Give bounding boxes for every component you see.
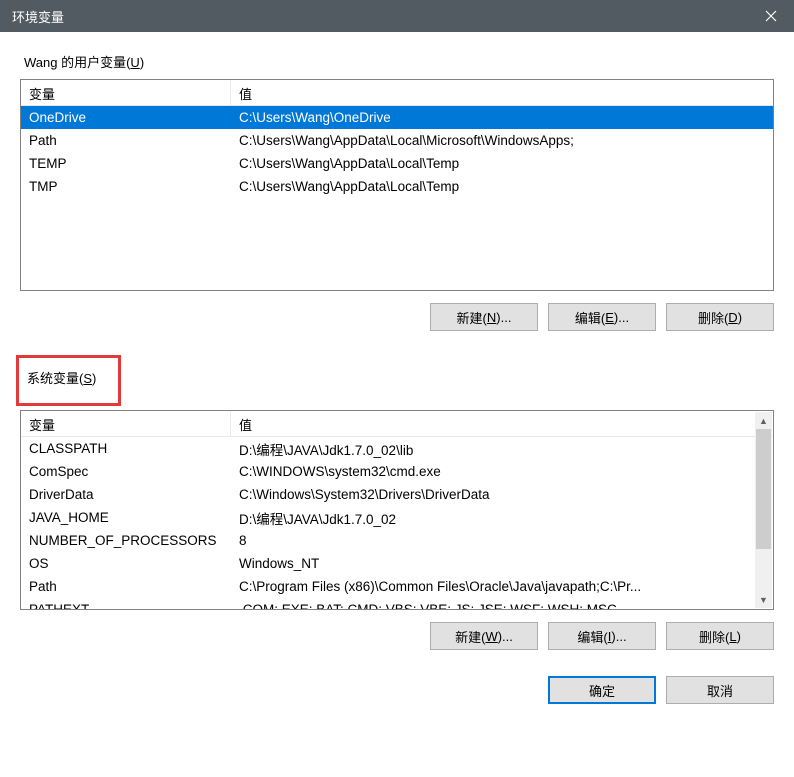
table-row[interactable]: OneDriveC:\Users\Wang\OneDrive [21, 106, 773, 129]
user-delete-button[interactable]: 删除(D) [666, 303, 774, 331]
var-value-cell: D:\编程\JAVA\Jdk1.7.0_02\lib [231, 439, 773, 459]
close-button[interactable] [748, 0, 794, 32]
table-row[interactable]: PATHEXT.COM;.EXE;.BAT;.CMD;.VBS;.VBE;.JS… [21, 598, 773, 609]
user-edit-button[interactable]: 编辑(E)... [548, 303, 656, 331]
cancel-button[interactable]: 取消 [666, 676, 774, 704]
listview-header: 变量 值 [21, 411, 773, 437]
system-delete-button[interactable]: 删除(L) [666, 622, 774, 650]
dialog-content: Wang 的用户变量(U) 变量 值 OneDriveC:\Users\Wang… [0, 32, 794, 720]
table-row[interactable]: JAVA_HOMED:\编程\JAVA\Jdk1.7.0_02 [21, 506, 773, 529]
var-value-cell: C:\Users\Wang\OneDrive [231, 110, 773, 125]
col-header-value[interactable]: 值 [231, 80, 773, 105]
close-icon [765, 10, 777, 22]
user-new-button[interactable]: 新建(N)... [430, 303, 538, 331]
var-name-cell: DriverData [21, 487, 231, 502]
system-vars-button-row: 新建(W)... 编辑(I)... 删除(L) [20, 622, 774, 650]
table-row[interactable]: TEMPC:\Users\Wang\AppData\Local\Temp [21, 152, 773, 175]
user-vars-button-row: 新建(N)... 编辑(E)... 删除(D) [20, 303, 774, 331]
table-row[interactable]: CLASSPATHD:\编程\JAVA\Jdk1.7.0_02\lib [21, 437, 773, 460]
var-name-cell: TMP [21, 179, 231, 194]
var-value-cell: C:\Windows\System32\Drivers\DriverData [231, 487, 773, 502]
var-value-cell: C:\Users\Wang\AppData\Local\Temp [231, 179, 773, 194]
user-vars-label: Wang 的用户变量(U) [20, 50, 148, 73]
var-name-cell: NUMBER_OF_PROCESSORS [21, 533, 231, 548]
system-new-button[interactable]: 新建(W)... [430, 622, 538, 650]
var-value-cell: Windows_NT [231, 556, 773, 571]
user-vars-body: OneDriveC:\Users\Wang\OneDrivePathC:\Use… [21, 106, 773, 198]
system-vars-label: 系统变量(S) [23, 366, 100, 389]
system-vars-highlight: 系统变量(S) [16, 355, 121, 406]
var-name-cell: OneDrive [21, 110, 231, 125]
table-row[interactable]: PathC:\Users\Wang\AppData\Local\Microsof… [21, 129, 773, 152]
var-name-cell: TEMP [21, 156, 231, 171]
table-row[interactable]: TMPC:\Users\Wang\AppData\Local\Temp [21, 175, 773, 198]
system-vars-body: CLASSPATHD:\编程\JAVA\Jdk1.7.0_02\libComSp… [21, 437, 773, 609]
titlebar: 环境变量 [0, 0, 794, 32]
system-vars-listview[interactable]: 变量 值 CLASSPATHD:\编程\JAVA\Jdk1.7.0_02\lib… [20, 410, 774, 610]
table-row[interactable]: PathC:\Program Files (x86)\Common Files\… [21, 575, 773, 598]
var-name-cell: ComSpec [21, 464, 231, 479]
var-value-cell: D:\编程\JAVA\Jdk1.7.0_02 [231, 508, 773, 528]
var-name-cell: CLASSPATH [21, 441, 231, 456]
var-value-cell: 8 [231, 533, 773, 548]
system-edit-button[interactable]: 编辑(I)... [548, 622, 656, 650]
vertical-scrollbar[interactable]: ▲ ▼ [755, 412, 772, 608]
var-name-cell: JAVA_HOME [21, 510, 231, 525]
var-value-cell: .COM;.EXE;.BAT;.CMD;.VBS;.VBE;.JS;.JSE;.… [231, 602, 773, 609]
window-title: 环境变量 [12, 7, 64, 26]
table-row[interactable]: OSWindows_NT [21, 552, 773, 575]
var-name-cell: Path [21, 579, 231, 594]
var-name-cell: PATHEXT [21, 602, 231, 609]
var-name-cell: OS [21, 556, 231, 571]
scroll-down-arrow[interactable]: ▼ [755, 591, 772, 608]
scroll-up-arrow[interactable]: ▲ [755, 412, 772, 429]
table-row[interactable]: DriverDataC:\Windows\System32\Drivers\Dr… [21, 483, 773, 506]
user-vars-listview[interactable]: 变量 值 OneDriveC:\Users\Wang\OneDrivePathC… [20, 79, 774, 291]
ok-button[interactable]: 确定 [548, 676, 656, 704]
table-row[interactable]: ComSpecC:\WINDOWS\system32\cmd.exe [21, 460, 773, 483]
listview-header: 变量 值 [21, 80, 773, 106]
dialog-button-row: 确定 取消 [20, 676, 774, 704]
var-value-cell: C:\WINDOWS\system32\cmd.exe [231, 464, 773, 479]
scrollbar-thumb[interactable] [756, 429, 771, 549]
var-value-cell: C:\Users\Wang\AppData\Local\Temp [231, 156, 773, 171]
var-name-cell: Path [21, 133, 231, 148]
col-header-value[interactable]: 值 [231, 411, 756, 436]
col-header-variable[interactable]: 变量 [21, 80, 231, 105]
col-header-variable[interactable]: 变量 [21, 411, 231, 436]
table-row[interactable]: NUMBER_OF_PROCESSORS8 [21, 529, 773, 552]
var-value-cell: C:\Users\Wang\AppData\Local\Microsoft\Wi… [231, 133, 773, 148]
var-value-cell: C:\Program Files (x86)\Common Files\Orac… [231, 579, 773, 594]
